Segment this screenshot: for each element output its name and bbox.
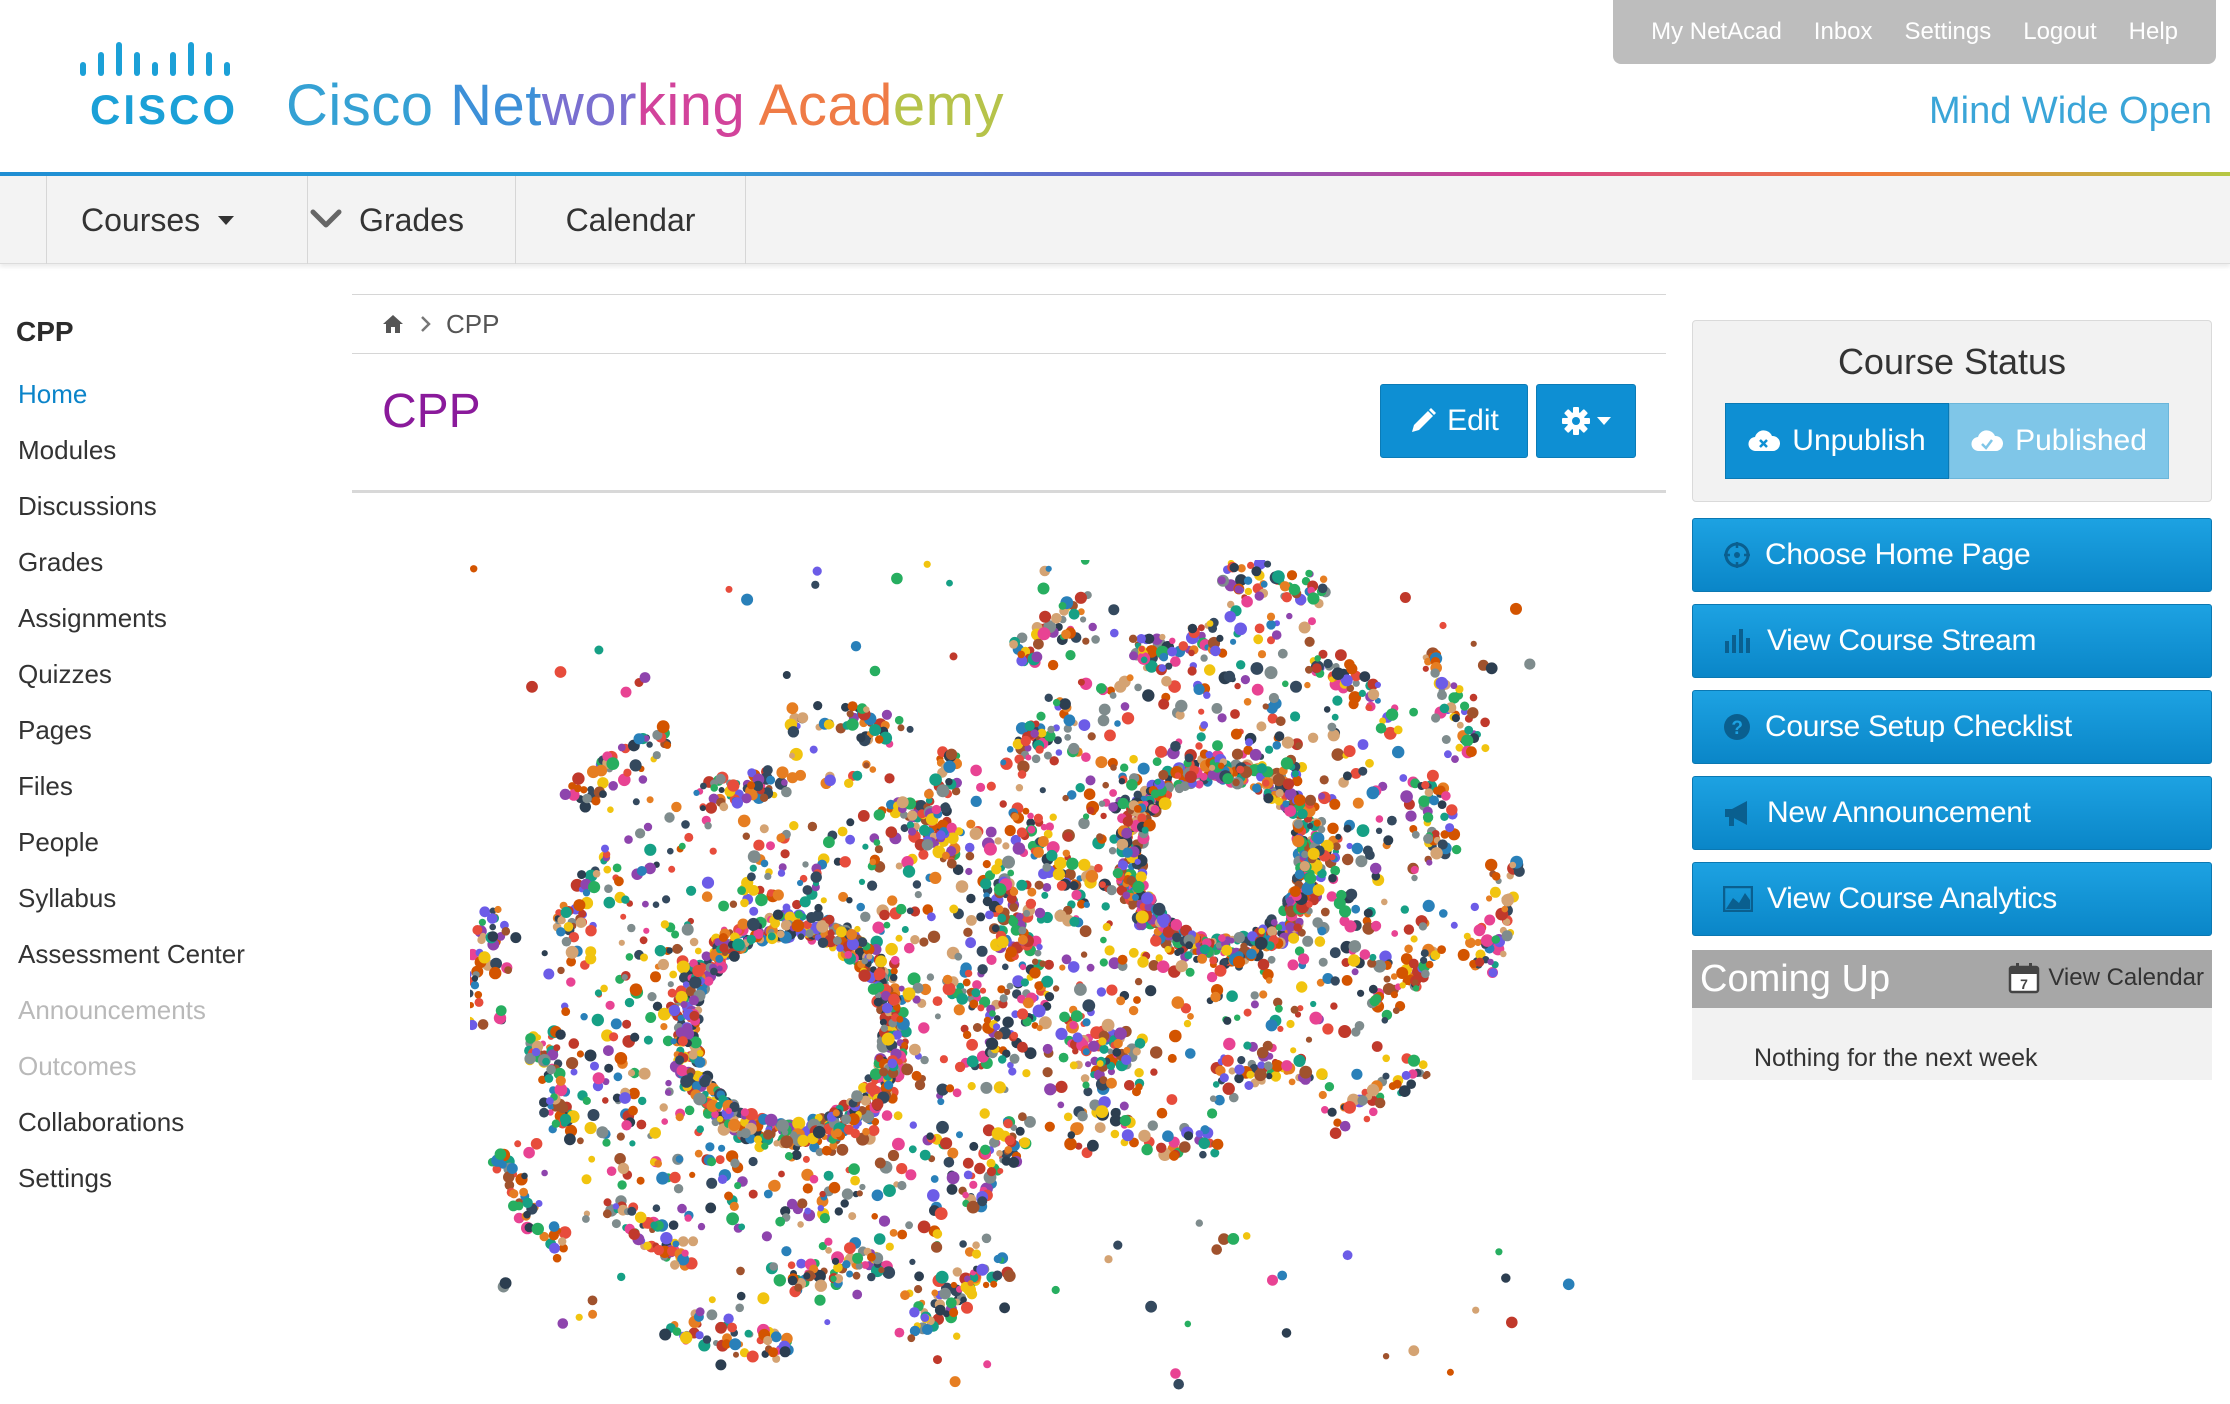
unpublish-label: Unpublish	[1792, 424, 1926, 457]
sidebar-item-grades[interactable]: Grades	[18, 546, 245, 602]
site-header: CISCO Cisco Networking Academy My NetAca…	[0, 0, 2230, 176]
academy-wordmark: Cisco Networking Academy	[286, 72, 1004, 139]
target-icon	[1724, 542, 1750, 568]
published-button[interactable]: Published	[1949, 403, 2169, 479]
course-nav-list: Home Modules Discussions Grades Assignments Q…	[18, 378, 245, 1218]
brand-word-networking: Networking	[450, 73, 746, 138]
edit-button-label: Edit	[1447, 404, 1499, 437]
brand-word-academy: Academy	[758, 73, 1004, 138]
view-course-stream-button[interactable]: View Course Stream	[1692, 604, 2212, 678]
pencil-icon	[1412, 408, 1437, 432]
coming-up-empty-text: Nothing for the next week	[1754, 1044, 2038, 1072]
choose-home-page-label: Choose Home Page	[1765, 538, 2031, 571]
sidebar-item-collaborations[interactable]: Collaborations	[18, 1106, 245, 1162]
cloud-check-icon	[1971, 430, 2004, 452]
course-status-title: Course Status	[1837, 341, 2067, 382]
utility-links: My NetAcad Inbox Settings Logout Help	[1613, 0, 2216, 64]
course-setup-checklist-button[interactable]: ? Course Setup Checklist	[1692, 690, 2212, 764]
calendar-icon: 7	[2009, 963, 2040, 994]
edit-button[interactable]: Edit	[1380, 384, 1528, 458]
sidebar-item-syllabus[interactable]: Syllabus	[18, 882, 245, 938]
nav-grades-label: Grades	[359, 201, 464, 238]
coming-up-body: Nothing for the next week	[1692, 1008, 2212, 1080]
brand-word-cisco: Cisco	[286, 73, 434, 138]
bar-chart-icon	[1725, 629, 1750, 653]
view-calendar-label: View Calendar	[2048, 964, 2204, 991]
sidebar-item-discussions[interactable]: Discussions	[18, 490, 245, 546]
choose-home-page-button[interactable]: Choose Home Page	[1692, 518, 2212, 592]
sidebar-item-assessment-center[interactable]: Assessment Center	[18, 938, 245, 994]
help-link[interactable]: Help	[2129, 18, 2178, 46]
settings-link[interactable]: Settings	[1905, 18, 1992, 46]
course-status-panel: Course Status Unpublish Published	[1692, 320, 2212, 502]
settings-menu-button[interactable]	[1536, 384, 1636, 458]
view-course-analytics-label: View Course Analytics	[1767, 882, 2057, 915]
new-announcement-button[interactable]: New Announcement	[1692, 776, 2212, 850]
gear-icon	[1562, 407, 1590, 435]
gears-crowd-image	[470, 560, 1575, 1390]
nav-grades[interactable]: Grades	[308, 176, 516, 264]
coming-up-header: Coming Up 7 View Calendar	[1692, 950, 2212, 1008]
caret-down-icon	[1597, 417, 1611, 425]
my-netacad-link[interactable]: My NetAcad	[1651, 18, 1782, 46]
nav-courses-label: Courses	[81, 201, 201, 238]
logout-link[interactable]: Logout	[2023, 18, 2096, 46]
sidebar-item-pages[interactable]: Pages	[18, 714, 245, 770]
nav-calendar[interactable]: Calendar	[516, 176, 746, 264]
view-course-stream-label: View Course Stream	[1767, 624, 2037, 657]
global-nav: Courses Grades Calendar	[0, 176, 2230, 264]
svg-text:?: ?	[1731, 718, 1742, 739]
tagline: Mind Wide Open	[1928, 90, 2212, 132]
new-announcement-label: New Announcement	[1767, 796, 2031, 829]
area-chart-icon	[1723, 886, 1753, 912]
sidebar-item-settings[interactable]: Settings	[18, 1162, 245, 1218]
sidebar-item-outcomes: Outcomes	[18, 1051, 137, 1081]
breadcrumb-course[interactable]: CPP	[446, 309, 499, 340]
course-code: CPP	[16, 316, 74, 347]
calendar-icon-day: 7	[2020, 976, 2028, 992]
nav-courses[interactable]: Courses	[46, 176, 342, 264]
inbox-link[interactable]: Inbox	[1814, 18, 1873, 46]
sidebar-item-announcements: Announcements	[18, 995, 206, 1025]
nav-calendar-label: Calendar	[565, 201, 696, 238]
page-title: CPP	[382, 385, 481, 438]
home-icon[interactable]	[382, 314, 404, 334]
question-circle-icon: ?	[1724, 714, 1750, 740]
sidebar-item-modules[interactable]: Modules	[18, 434, 245, 490]
view-calendar-link[interactable]: 7 View Calendar	[2008, 962, 2204, 994]
chevron-right-icon	[421, 316, 431, 332]
cisco-logo-text: CISCO	[90, 86, 238, 130]
sidebar-item-people[interactable]: People	[18, 826, 245, 882]
title-divider	[352, 490, 1666, 493]
coming-up-title: Coming Up	[1700, 958, 1891, 1000]
course-setup-checklist-label: Course Setup Checklist	[1765, 710, 2072, 743]
cisco-logo[interactable]: CISCO	[78, 40, 248, 130]
sidebar-item-home[interactable]: Home	[18, 378, 245, 434]
cloud-remove-icon	[1748, 430, 1781, 452]
sidebar-item-files[interactable]: Files	[18, 770, 245, 826]
view-course-analytics-button[interactable]: View Course Analytics	[1692, 862, 2212, 936]
unpublish-button[interactable]: Unpublish	[1725, 403, 1949, 479]
sidebar-item-quizzes[interactable]: Quizzes	[18, 658, 245, 714]
sidebar-item-assignments[interactable]: Assignments	[18, 602, 245, 658]
megaphone-icon	[1725, 801, 1747, 826]
breadcrumb: CPP	[352, 294, 1666, 354]
caret-down-icon	[218, 215, 235, 225]
published-label: Published	[2015, 424, 2147, 457]
